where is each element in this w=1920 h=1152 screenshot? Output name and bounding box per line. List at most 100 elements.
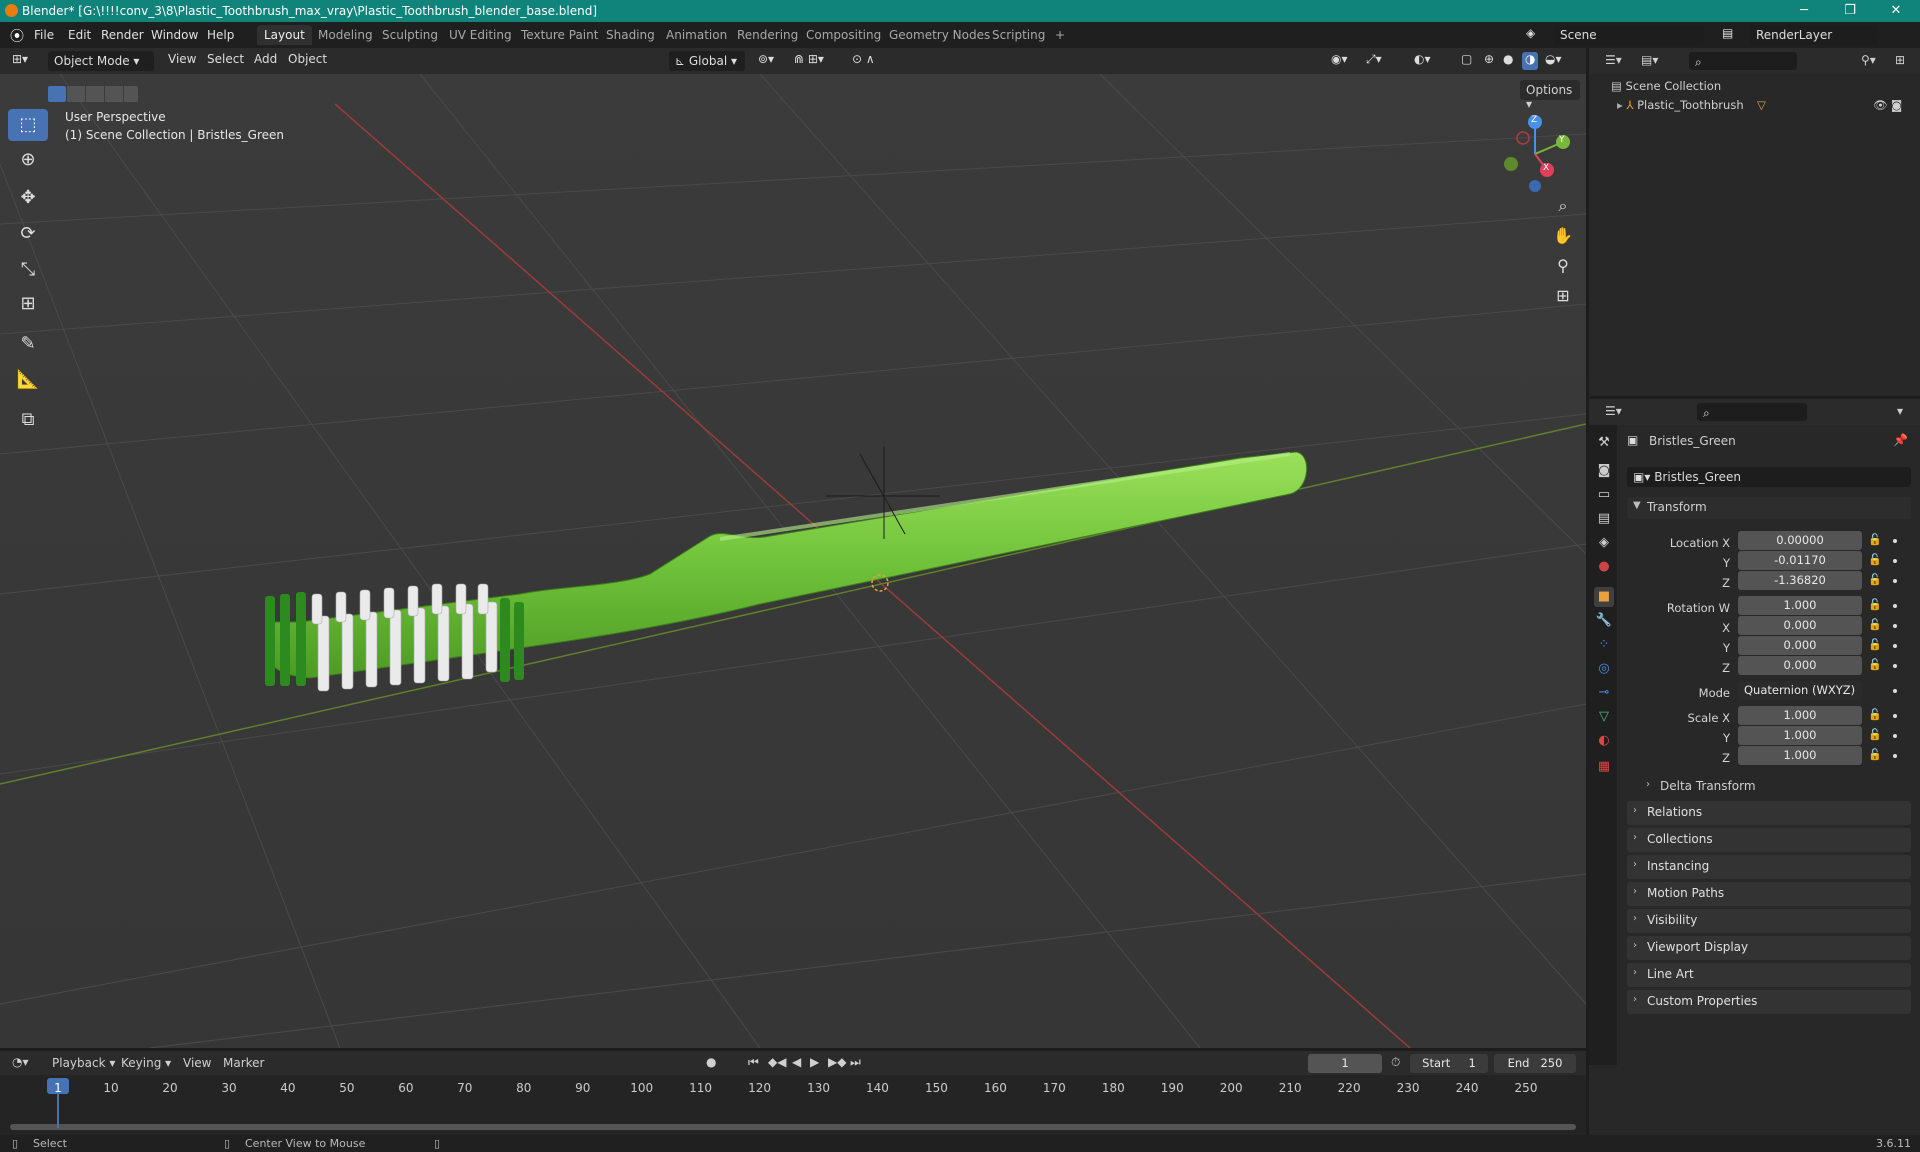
tab-geometry-nodes[interactable]: Geometry Nodes <box>882 25 997 45</box>
eye-visibility-icon[interactable]: 👁 <box>1873 98 1888 112</box>
select-mode-buttons[interactable] <box>48 86 138 102</box>
scale-y-field[interactable]: 1.000 <box>1738 726 1862 745</box>
location-y-field[interactable]: -0.01170 <box>1738 551 1862 570</box>
camera-view-icon[interactable]: ⚲ <box>1548 251 1578 281</box>
outliner-item-plastic-toothbrush[interactable]: ▸ ⅄ Plastic_Toothbrush ▽ 👁 ◙ <box>1617 98 1917 112</box>
keyframe-dot[interactable] <box>1893 559 1897 563</box>
expand-arrow-icon[interactable]: ▸ <box>1617 98 1623 112</box>
current-frame-field[interactable]: 1 <box>1308 1054 1382 1073</box>
rotation-y-field[interactable]: 0.000 <box>1738 636 1862 655</box>
modifier-tab-icon[interactable]: 🔧 <box>1594 611 1614 631</box>
wireframe-shading-icon[interactable]: ⊕ <box>1484 52 1494 70</box>
tab-animation[interactable]: Animation <box>659 25 734 45</box>
new-collection-icon[interactable]: ⊞ <box>1895 53 1905 67</box>
pivot-icon[interactable]: ⊚▾ <box>758 52 774 70</box>
jump-end-icon[interactable]: ⏭ <box>850 1055 861 1070</box>
select-extend-icon[interactable] <box>67 86 85 102</box>
keyframe-dot[interactable] <box>1893 734 1897 738</box>
view-layer-tab-icon[interactable]: ▤ <box>1594 509 1614 529</box>
outliner-search-input[interactable]: ⌕ <box>1689 52 1797 70</box>
tab-rendering[interactable]: Rendering <box>730 25 805 45</box>
tab-compositing[interactable]: Compositing <box>799 25 888 45</box>
menu-add[interactable]: Add <box>254 52 277 70</box>
menu-select[interactable]: Select <box>207 52 244 70</box>
display-mode-icon[interactable]: ▤▾ <box>1641 53 1658 67</box>
render-tab-icon[interactable]: ◙ <box>1594 461 1614 481</box>
data-tab-icon[interactable]: ▽ <box>1594 707 1614 727</box>
scale-x-field[interactable]: 1.000 <box>1738 706 1862 725</box>
timeline-editor-type-icon[interactable]: ◔▾ <box>12 1055 29 1069</box>
menu-render[interactable]: Render <box>101 28 144 42</box>
start-frame-field[interactable]: Start 1 <box>1410 1054 1488 1073</box>
world-tab-icon[interactable]: ● <box>1594 557 1614 577</box>
keyframe-dot[interactable] <box>1893 689 1897 693</box>
keyframe-dot[interactable] <box>1893 754 1897 758</box>
transform-panel-header[interactable]: ▼ Transform <box>1627 497 1911 519</box>
overlay-toggle-icon[interactable]: ◐▾ <box>1414 52 1431 70</box>
measure-tool-icon[interactable]: 📐 <box>8 364 48 396</box>
scale-z-field[interactable]: 1.000 <box>1738 746 1862 765</box>
rotation-w-field[interactable]: 1.000 <box>1738 596 1862 615</box>
rotation-x-field[interactable]: 0.000 <box>1738 616 1862 635</box>
texture-tab-icon[interactable]: ▦ <box>1594 757 1614 777</box>
location-x-field[interactable]: 0.00000 <box>1738 531 1862 550</box>
properties-search-input[interactable]: ⌕ <box>1697 403 1807 421</box>
select-new-icon[interactable] <box>48 86 66 102</box>
material-shading-icon[interactable]: ◑ <box>1522 52 1539 70</box>
zoom-icon[interactable]: ⌕ <box>1548 191 1578 221</box>
mesh-data-icon[interactable]: ▽ <box>1757 98 1766 112</box>
object-tab-icon[interactable]: ■ <box>1594 587 1614 607</box>
tab-shading[interactable]: Shading <box>599 25 662 45</box>
visibility-icon[interactable]: ◉▾ <box>1331 52 1348 70</box>
select-invert-icon[interactable] <box>105 86 123 102</box>
restore-button[interactable]: ❐ <box>1827 1 1873 21</box>
menu-edit[interactable]: Edit <box>68 28 91 42</box>
orientation-dropdown[interactable]: ⊾ Global ▾ <box>669 51 745 71</box>
render-layer-selector[interactable]: RenderLayer <box>1750 25 1878 45</box>
timeline-scrollbar[interactable] <box>10 1124 1576 1130</box>
close-button[interactable]: ✕ <box>1873 1 1919 21</box>
panel-instancing[interactable]: › Instancing <box>1627 855 1911 879</box>
keying-menu[interactable]: Keying ▾ <box>121 1056 171 1070</box>
jump-start-icon[interactable]: ⏮ <box>748 1055 759 1070</box>
select-subtract-icon[interactable] <box>86 86 104 102</box>
lock-icon[interactable]: 🔓 <box>1868 573 1882 586</box>
annotate-tool-icon[interactable]: ✎ <box>8 328 48 360</box>
lock-icon[interactable]: 🔓 <box>1868 553 1882 566</box>
tab-modeling[interactable]: Modeling <box>311 25 380 45</box>
lock-icon[interactable]: 🔓 <box>1868 618 1882 631</box>
auto-keying-icon[interactable]: ● <box>706 1055 716 1069</box>
location-z-field[interactable]: -1.36820 <box>1738 571 1862 590</box>
particles-tab-icon[interactable]: ⁘ <box>1594 635 1614 655</box>
menu-object[interactable]: Object <box>288 52 327 70</box>
object-name-field[interactable]: ▣▾ Bristles_Green <box>1627 467 1911 487</box>
tab-sculpting[interactable]: Sculpting <box>375 25 445 45</box>
tab-layout[interactable]: Layout <box>257 25 312 45</box>
cursor-tool-icon[interactable]: ⊕ <box>8 144 48 176</box>
keyframe-dot[interactable] <box>1893 644 1897 648</box>
scene-icon[interactable]: ◈ <box>1526 26 1535 40</box>
constraints-tab-icon[interactable]: ⊸ <box>1594 683 1614 703</box>
filter-icon[interactable]: ⚲▾ <box>1861 53 1876 67</box>
rotation-z-field[interactable]: 0.000 <box>1738 656 1862 675</box>
lock-icon[interactable]: 🔓 <box>1868 533 1882 546</box>
select-intersect-icon[interactable] <box>124 86 138 102</box>
timeline-view-menu[interactable]: View <box>183 1056 211 1070</box>
keyframe-dot[interactable] <box>1893 714 1897 718</box>
options-dropdown[interactable]: Options ▾ <box>1520 80 1580 111</box>
delta-transform-subpanel[interactable]: › Delta Transform <box>1640 776 1902 796</box>
editor-type-icon[interactable]: ⊞▾ <box>12 52 28 70</box>
keyframe-dot[interactable] <box>1893 624 1897 628</box>
proportional-edit-icon[interactable]: ⊙ ∧ <box>852 52 875 70</box>
navigation-gizmo[interactable]: Z Y X <box>1495 114 1575 194</box>
rotation-mode-dropdown[interactable]: Quaternion (WXYZ) ▾ <box>1738 681 1862 716</box>
xray-icon[interactable]: ▢ <box>1461 52 1472 70</box>
panel-motion-paths[interactable]: › Motion Paths <box>1627 882 1911 906</box>
material-tab-icon[interactable]: ◐ <box>1594 731 1614 751</box>
perspective-toggle-icon[interactable]: ⊞ <box>1548 281 1578 311</box>
menu-view[interactable]: View <box>168 52 196 70</box>
tool-tab-icon[interactable]: ⚒ <box>1594 433 1614 453</box>
marker-menu[interactable]: Marker <box>223 1056 264 1070</box>
panel-visibility[interactable]: › Visibility <box>1627 909 1911 933</box>
pan-hand-icon[interactable]: ✋ <box>1548 221 1578 251</box>
